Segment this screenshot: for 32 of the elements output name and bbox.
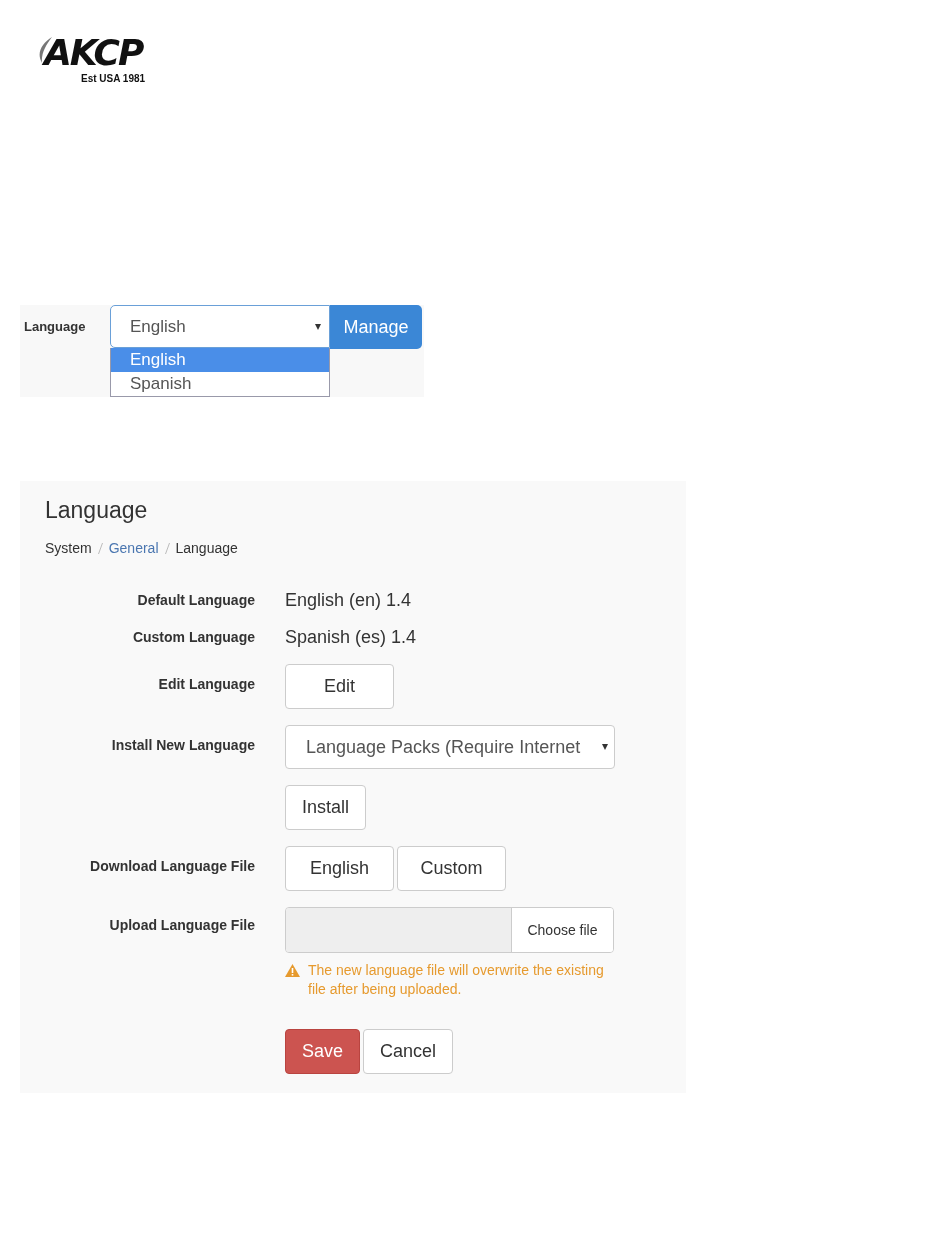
choose-file-button[interactable]: Choose file	[512, 908, 613, 952]
breadcrumb-item: System	[45, 540, 92, 556]
form-label: Download Language File	[90, 858, 255, 874]
save-button[interactable]: Save	[285, 1029, 361, 1074]
breadcrumb-item: Language	[175, 540, 238, 556]
button[interactable]: English	[285, 846, 394, 891]
button[interactable]: Edit	[285, 664, 394, 709]
language-pack-select[interactable]: Language Packs (Require Internet	[285, 725, 615, 769]
form-label: Custom Language	[132, 629, 255, 645]
warning-text: The new language file will overwrite the existing file after being uploaded.	[308, 961, 605, 999]
breadcrumb-separator	[164, 542, 170, 554]
file-input[interactable]: Choose file	[285, 907, 614, 953]
breadcrumb-link[interactable]: General	[108, 540, 159, 556]
caret-icon	[602, 744, 608, 750]
page-title: Language	[45, 497, 148, 524]
caret-icon	[315, 323, 321, 330]
dropdown-option[interactable]: Spanish	[110, 372, 330, 396]
button[interactable]: Custom	[397, 846, 506, 891]
breadcrumb-separator	[97, 542, 103, 554]
form-label: Install New Language	[111, 737, 255, 753]
form-label: Edit Language	[158, 676, 255, 692]
form-label: Upload Language File	[109, 917, 255, 933]
button[interactable]: Install	[285, 785, 367, 830]
field-value: English (en) 1.4	[285, 590, 413, 611]
form-label: Default Language	[137, 592, 255, 608]
cancel-button[interactable]: Cancel	[363, 1029, 454, 1074]
warning-icon	[285, 964, 300, 977]
manage-button[interactable]: Manage	[330, 305, 422, 349]
form-label: Language	[24, 319, 87, 336]
logo: AKCP Est USA 1981	[38, 33, 149, 84]
language-select[interactable]: English	[110, 305, 330, 348]
field-value: Spanish (es) 1.4	[285, 627, 418, 648]
